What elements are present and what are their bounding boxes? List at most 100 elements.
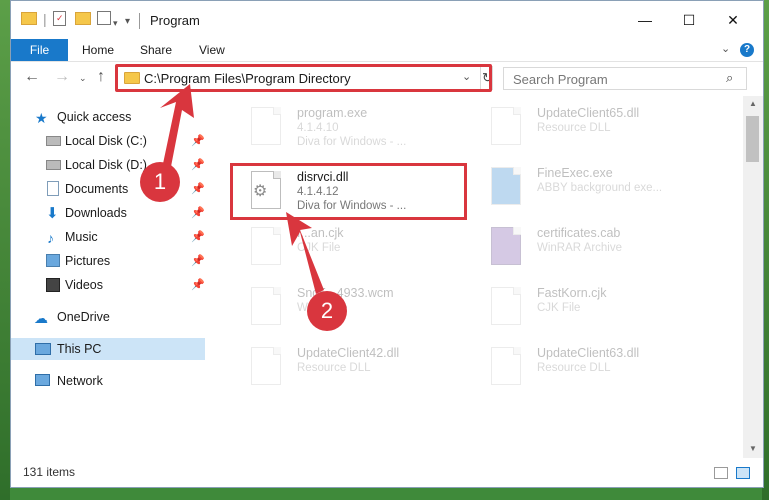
properties-icon[interactable]: ✓ bbox=[53, 11, 66, 30]
scroll-down-icon[interactable]: ▼ bbox=[749, 444, 757, 453]
qa-dropdown-icon[interactable]: ▾ bbox=[113, 14, 118, 32]
file-icon bbox=[247, 287, 283, 327]
nav-label: Quick access bbox=[57, 110, 132, 124]
up-button[interactable]: ↑ bbox=[97, 68, 105, 86]
close-button[interactable]: ✕ bbox=[711, 7, 755, 33]
help-icon[interactable]: ? bbox=[740, 43, 754, 57]
qa-customize-icon[interactable]: ▾ bbox=[125, 13, 130, 31]
file-fastkorn[interactable]: FastKorn.cjk CJK File bbox=[469, 280, 709, 332]
cloud-icon: ☁ bbox=[34, 310, 48, 326]
file-certificates[interactable]: certificates.cab WinRAR Archive bbox=[469, 220, 709, 272]
nav-this-pc[interactable]: This PC bbox=[11, 338, 205, 360]
file-type: Resource DLL bbox=[297, 362, 371, 374]
exe-icon bbox=[487, 167, 523, 207]
film-icon bbox=[46, 278, 60, 292]
vertical-scrollbar[interactable]: ▲ ▼ bbox=[743, 96, 763, 458]
file-wcm[interactable]: Snd5...4933.wcm WCM File bbox=[229, 280, 469, 332]
file-description: Diva for Windows - ... bbox=[297, 136, 407, 148]
file-name: UpdateClient63.dll bbox=[537, 346, 640, 360]
chevron-down-icon[interactable]: ⌄ bbox=[721, 42, 730, 55]
scroll-up-icon[interactable]: ▲ bbox=[749, 99, 757, 108]
drive-icon bbox=[46, 160, 61, 170]
file-cjk[interactable]: f...an.cjk CJK File bbox=[229, 220, 469, 272]
search-placeholder: Search Program bbox=[513, 72, 608, 87]
scroll-thumb[interactable] bbox=[746, 116, 759, 162]
dll-icon bbox=[487, 347, 523, 387]
tab-file[interactable]: File bbox=[11, 39, 68, 61]
computer-icon bbox=[35, 343, 51, 355]
file-updateclient65[interactable]: UpdateClient65.dll Resource DLL bbox=[469, 100, 709, 152]
file-program-exe[interactable]: program.exe 4.1.4.10 Diva for Windows - … bbox=[229, 100, 469, 152]
nav-label: Music bbox=[65, 230, 98, 244]
maximize-button[interactable]: ☐ bbox=[667, 7, 711, 33]
address-row: ← → ⌄ ↑ C:\Program Files\Program Directo… bbox=[11, 62, 763, 96]
file-name: UpdateClient42.dll bbox=[297, 346, 400, 360]
drive-icon bbox=[46, 136, 61, 146]
nav-label: Videos bbox=[65, 278, 103, 292]
pin-icon[interactable]: 📌 bbox=[191, 202, 205, 224]
explorer-window: | ✓ ▾ ▾ Program — ☐ ✕ File Home Share Vi… bbox=[10, 0, 764, 488]
file-updateclient42[interactable]: UpdateClient42.dll Resource DLL bbox=[229, 340, 469, 392]
tab-share[interactable]: Share bbox=[140, 39, 172, 61]
nav-music[interactable]: ♪ Music 📌 bbox=[11, 226, 205, 248]
file-updateclient63[interactable]: UpdateClient63.dll Resource DLL bbox=[469, 340, 709, 392]
recent-locations-icon[interactable]: ⌄ bbox=[79, 73, 87, 84]
desktop-background bbox=[0, 0, 10, 500]
new-folder-icon[interactable] bbox=[75, 11, 91, 29]
dll-icon bbox=[487, 107, 523, 147]
tab-home[interactable]: Home bbox=[82, 39, 114, 61]
forward-button[interactable]: → bbox=[54, 68, 70, 86]
search-input[interactable]: Search Program ⌕ bbox=[503, 67, 747, 90]
nav-onedrive[interactable]: ☁ OneDrive bbox=[11, 306, 205, 328]
details-view-icon[interactable] bbox=[714, 467, 728, 479]
file-name: UpdateClient65.dll bbox=[537, 106, 640, 120]
nav-label: Network bbox=[57, 374, 103, 388]
file-name: certificates.cab bbox=[537, 226, 621, 240]
nav-network[interactable]: Network bbox=[11, 370, 205, 392]
search-icon[interactable]: ⌕ bbox=[726, 70, 733, 86]
nav-videos[interactable]: Videos 📌 bbox=[11, 274, 205, 296]
nav-documents[interactable]: Documents 📌 bbox=[11, 178, 205, 200]
tab-view[interactable]: View bbox=[199, 39, 225, 61]
nav-downloads[interactable]: ⬇ Downloads 📌 bbox=[11, 202, 205, 224]
pin-icon[interactable]: 📌 bbox=[191, 226, 205, 248]
file-type: CJK File bbox=[297, 242, 341, 254]
nav-quick-access[interactable]: ★ Quick access bbox=[11, 106, 205, 128]
file-type: Resource DLL bbox=[537, 122, 611, 134]
minimize-button[interactable]: — bbox=[623, 7, 667, 33]
status-bar: 131 items bbox=[11, 461, 763, 485]
star-icon: ★ bbox=[35, 110, 48, 126]
title-separator bbox=[139, 13, 140, 29]
back-button[interactable]: ← bbox=[24, 68, 40, 86]
file-list: program.exe 4.1.4.10 Diva for Windows - … bbox=[219, 96, 743, 458]
window-title: Program bbox=[150, 13, 200, 28]
nav-label: Local Disk (C:) bbox=[65, 134, 147, 148]
navigation-pane: ★ Quick access Local Disk (C:) 📌 Local D… bbox=[11, 96, 219, 458]
archive-icon bbox=[487, 227, 523, 267]
separator-icon: | bbox=[43, 11, 47, 27]
pin-icon[interactable]: 📌 bbox=[191, 154, 205, 176]
music-note-icon: ♪ bbox=[47, 230, 54, 246]
file-type: CJK File bbox=[537, 302, 581, 314]
nav-local-disk-c[interactable]: Local Disk (C:) 📌 bbox=[11, 130, 205, 152]
file-description: ABBY background exe... bbox=[537, 182, 663, 194]
nav-pictures[interactable]: Pictures 📌 bbox=[11, 250, 205, 272]
pin-icon[interactable]: 📌 bbox=[191, 130, 205, 152]
large-icons-view-icon[interactable] bbox=[736, 467, 750, 479]
file-type: Resource DLL bbox=[537, 362, 611, 374]
file-highlight-box bbox=[230, 163, 467, 220]
file-name: Snd5...4933.wcm bbox=[297, 286, 394, 300]
nav-label: Pictures bbox=[65, 254, 111, 268]
file-name: program.exe bbox=[297, 106, 368, 120]
nav-local-disk-d[interactable]: Local Disk (D:) 📌 bbox=[11, 154, 205, 176]
pin-icon[interactable]: 📌 bbox=[191, 274, 205, 296]
customize-view-icon[interactable] bbox=[97, 11, 111, 29]
pin-icon[interactable]: 📌 bbox=[191, 178, 205, 200]
network-icon bbox=[35, 374, 50, 386]
file-fineexec[interactable]: FineExec.exe ABBY background exe... bbox=[469, 160, 709, 212]
exe-icon bbox=[247, 107, 283, 147]
dll-icon bbox=[247, 347, 283, 387]
nav-label: OneDrive bbox=[57, 310, 110, 324]
file-icon bbox=[487, 287, 523, 327]
pin-icon[interactable]: 📌 bbox=[191, 250, 205, 272]
